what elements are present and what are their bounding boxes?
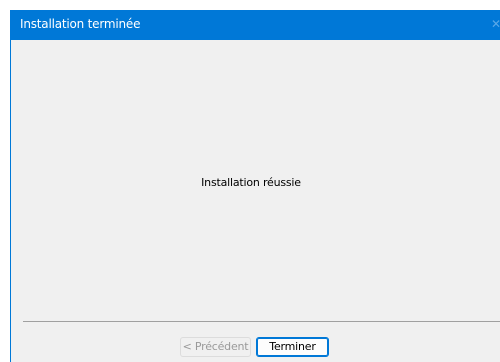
- installer-dialog: Installation terminée ✕ Installation réu…: [10, 10, 500, 362]
- title-bar: Installation terminée ✕: [11, 10, 500, 40]
- previous-button[interactable]: < Précédent: [180, 337, 251, 357]
- footer-divider: [23, 321, 500, 322]
- close-icon[interactable]: ✕: [491, 17, 500, 31]
- status-message: Installation réussie: [201, 176, 301, 189]
- finish-button[interactable]: Terminer: [256, 337, 329, 357]
- window-title: Installation terminée: [20, 17, 141, 31]
